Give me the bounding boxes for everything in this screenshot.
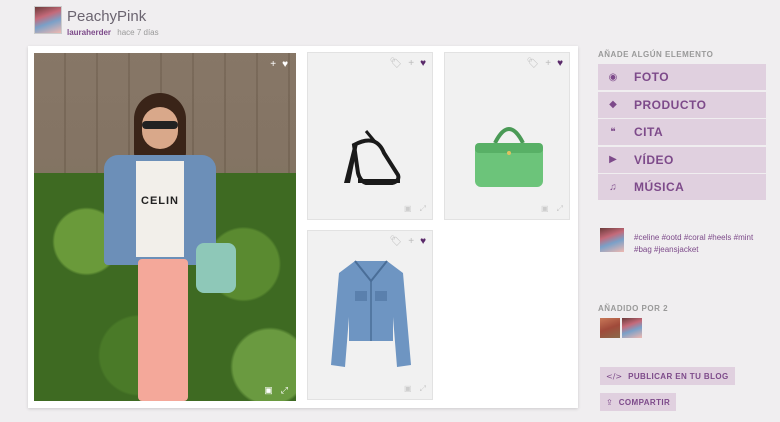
add-music-label: MÚSICA xyxy=(634,180,685,194)
add-icon[interactable]: + xyxy=(408,236,414,247)
hashtags[interactable]: #celine #ootd #coral #heels #mint #bag #… xyxy=(634,232,764,256)
add-element-heading: AÑADE ALGÚN ELEMENTO xyxy=(598,50,714,59)
add-photo-button[interactable]: ◉ FOTO xyxy=(598,64,766,90)
headphones-icon: ♫ xyxy=(609,181,617,193)
code-icon: </> xyxy=(606,371,623,381)
outfit-board: CELIN + ♥ ▣ ⤢ 🏷 + ♥ ▣ ⤢ 🏷 + ♥ ▣ ⤢ 🏷 + ♥ … xyxy=(28,46,578,408)
comment-icon[interactable]: ▣ xyxy=(541,204,549,214)
heart-icon[interactable]: ♥ xyxy=(420,236,426,247)
green-bag-image xyxy=(475,127,543,187)
add-quote-button[interactable]: ❝ CITA xyxy=(598,119,766,145)
publish-blog-label: PUBLICAR EN TU BLOG xyxy=(628,371,729,381)
expand-icon[interactable]: ⤢ xyxy=(557,204,563,214)
heart-icon[interactable]: ♥ xyxy=(420,58,426,69)
avatar[interactable] xyxy=(600,318,620,338)
product-tile-green-bag[interactable]: 🏷 + ♥ ▣ ⤢ xyxy=(444,52,570,220)
share-label: COMPARTIR xyxy=(618,397,671,407)
add-icon[interactable]: + xyxy=(545,58,551,69)
avatar[interactable] xyxy=(622,318,642,338)
post-time: hace 7 días xyxy=(117,28,159,37)
tile-footer-tools: ▣ ⤢ xyxy=(541,204,563,214)
comment-icon[interactable]: ▣ xyxy=(404,204,412,214)
tile-toolbar: 🏷 + ♥ xyxy=(390,236,426,247)
publish-blog-button[interactable]: </> PUBLICAR EN TU BLOG xyxy=(600,367,735,385)
post-meta: lauraherder hace 7 días xyxy=(67,28,159,37)
add-video-button[interactable]: ▶ VÍDEO xyxy=(598,146,766,173)
tags-thumbnail[interactable] xyxy=(600,228,624,252)
tile-toolbar: 🏷 + ♥ xyxy=(390,58,426,69)
photo-footer-tools: ▣ ⤢ xyxy=(264,385,288,396)
heart-icon[interactable]: ♥ xyxy=(282,59,288,70)
photo-person: CELIN xyxy=(104,93,236,401)
add-quote-label: CITA xyxy=(634,125,664,139)
shirt-text: CELIN xyxy=(141,195,179,207)
share-button[interactable]: ⇪ COMPARTIR xyxy=(600,393,677,411)
product-tile-sandals[interactable]: 🏷 + ♥ ▣ ⤢ xyxy=(307,52,433,220)
person-pants xyxy=(138,259,188,401)
photo-toolbar: + ♥ xyxy=(270,59,288,70)
quote-icon: ❝ xyxy=(610,126,616,138)
tile-footer-tools: ▣ ⤢ xyxy=(404,384,426,394)
main-outfit-photo[interactable]: CELIN + ♥ ▣ ⤢ xyxy=(34,53,296,401)
product-tile-denim-jacket[interactable]: 🏷 + ♥ ▣ ⤢ xyxy=(307,230,433,400)
person-shirt xyxy=(136,161,184,257)
username-link[interactable]: lauraherder xyxy=(67,28,111,37)
comment-icon[interactable]: ▣ xyxy=(264,385,273,396)
tile-footer-tools: ▣ ⤢ xyxy=(404,204,426,214)
sandals-image xyxy=(344,130,401,185)
sidebar: AÑADE ALGÚN ELEMENTO ◉ FOTO ◆ PRODUCTO ❝… xyxy=(598,50,766,411)
add-music-button[interactable]: ♫ MÚSICA xyxy=(598,174,766,200)
add-photo-label: FOTO xyxy=(634,70,670,84)
heart-icon[interactable]: ♥ xyxy=(557,58,563,69)
user-avatar[interactable] xyxy=(34,6,62,34)
play-icon: ▶ xyxy=(609,154,617,165)
tile-toolbar: 🏷 + ♥ xyxy=(527,58,563,69)
tag-icon[interactable]: 🏷 xyxy=(390,236,403,247)
person-sunglasses xyxy=(142,121,178,129)
add-product-label: PRODUCTO xyxy=(634,97,707,112)
expand-icon[interactable]: ⤢ xyxy=(420,384,426,394)
add-element-list: ◉ FOTO ◆ PRODUCTO ❝ CITA ▶ VÍDEO ♫ MÚSIC… xyxy=(598,64,766,200)
tag-icon[interactable]: 🏷 xyxy=(527,58,540,69)
add-icon[interactable]: + xyxy=(408,58,414,69)
person-bag xyxy=(196,243,236,293)
added-by-heading: AÑADIDO POR 2 xyxy=(598,304,669,313)
comment-icon[interactable]: ▣ xyxy=(404,384,412,394)
share-icon: ⇪ xyxy=(606,397,613,407)
add-product-button[interactable]: ◆ PRODUCTO xyxy=(598,91,766,118)
tag-icon: ◆ xyxy=(609,99,617,110)
tag-icon[interactable]: 🏷 xyxy=(390,58,403,69)
camera-icon: ◉ xyxy=(608,71,618,83)
expand-icon[interactable]: ⤢ xyxy=(281,385,288,396)
added-by-avatars xyxy=(600,318,642,338)
post-title[interactable]: PeachyPink xyxy=(67,8,146,25)
denim-jacket-image xyxy=(331,260,411,367)
add-video-label: VÍDEO xyxy=(634,152,674,167)
expand-icon[interactable]: ⤢ xyxy=(420,204,426,214)
add-icon[interactable]: + xyxy=(270,59,276,70)
